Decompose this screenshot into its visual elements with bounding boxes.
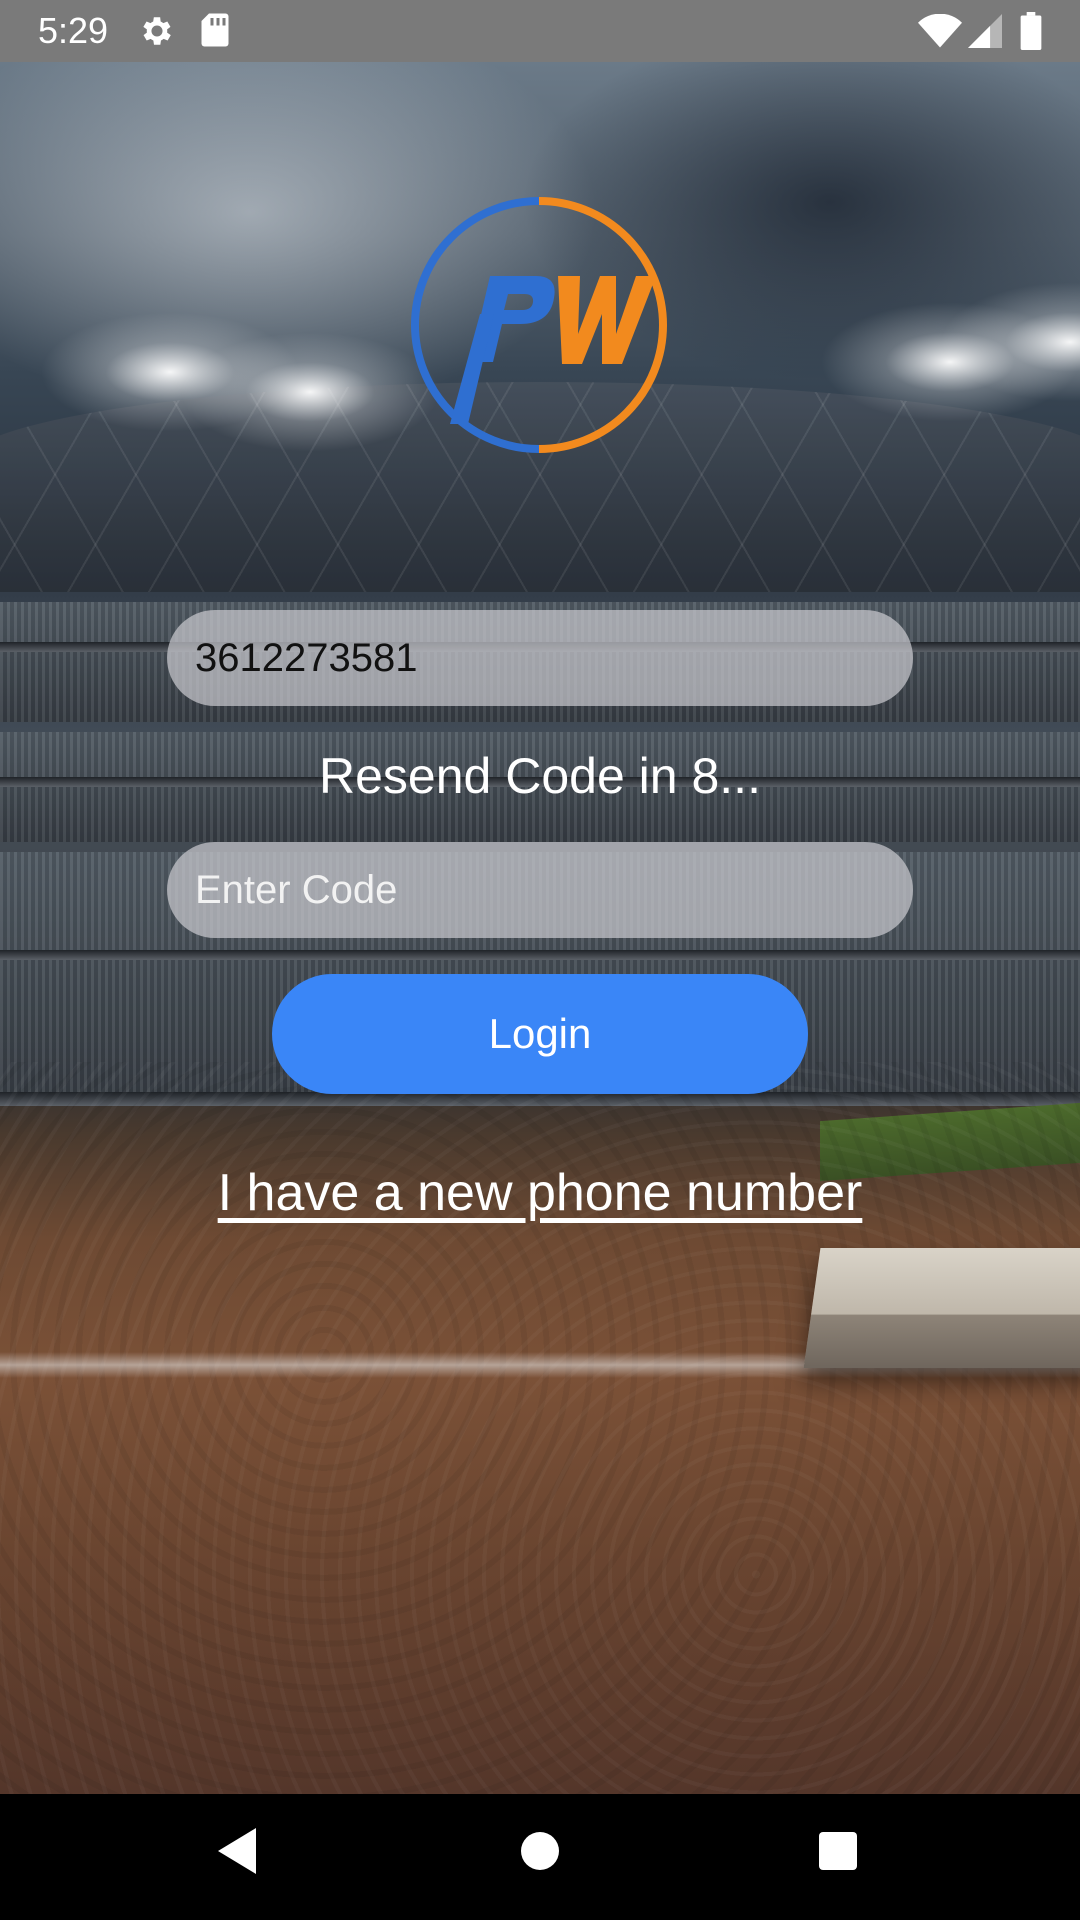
app-screen: 5:29 3612273581 Resend Code in 8... Ente… (0, 0, 1080, 1920)
recents-icon[interactable] (816, 1826, 860, 1881)
home-icon[interactable] (518, 1826, 562, 1881)
back-icon[interactable] (216, 1826, 260, 1881)
code-input[interactable] (195, 867, 885, 913)
new-phone-number-link[interactable]: I have a new phone number (0, 1160, 1080, 1226)
stadium-light-left-2 (180, 332, 440, 452)
sd-card-icon (200, 12, 230, 53)
status-time: 5:29 (38, 10, 109, 51)
battery-icon (1020, 12, 1042, 55)
cellular-signal-icon (968, 14, 1002, 53)
code-field[interactable] (167, 842, 913, 938)
base-plate (803, 1248, 1080, 1368)
login-button[interactable]: Login (272, 974, 808, 1094)
phone-number-input[interactable] (195, 635, 885, 681)
pw-logo (408, 194, 670, 456)
gear-icon (138, 12, 176, 55)
navigation-bar (0, 1794, 1080, 1920)
tier-divider (0, 950, 1080, 960)
resend-code-countdown: Resend Code in 8... (319, 748, 761, 804)
wifi-icon (918, 13, 962, 53)
phone-number-field[interactable] (167, 610, 913, 706)
status-bar: 5:29 (0, 0, 1080, 62)
